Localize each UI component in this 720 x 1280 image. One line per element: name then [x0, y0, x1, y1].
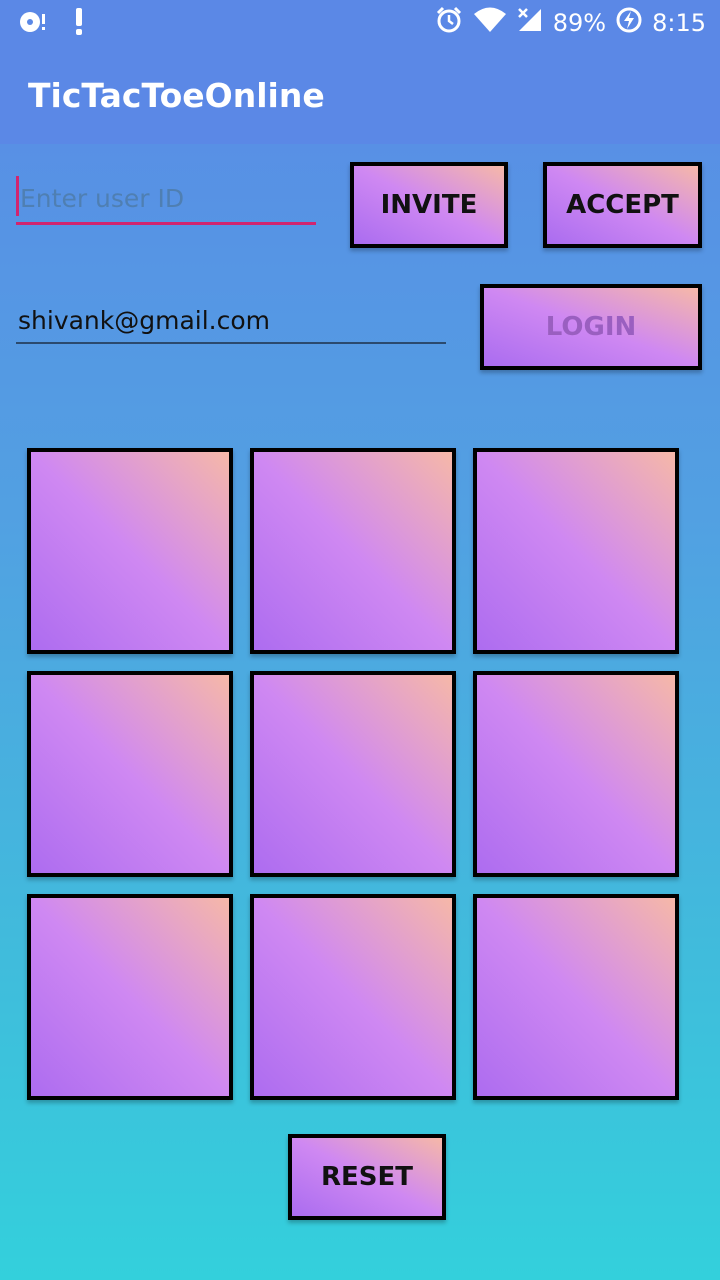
battery-charging-icon: [616, 7, 642, 39]
invite-button[interactable]: INVITE: [350, 162, 508, 248]
email-input[interactable]: [16, 302, 440, 338]
board-cell-3[interactable]: [473, 448, 679, 654]
board-cell-6[interactable]: [473, 671, 679, 877]
email-field-container: [16, 300, 446, 344]
user-id-field-container: [16, 176, 316, 225]
storage-notification-icon: [18, 9, 48, 39]
board-cell-5[interactable]: [250, 671, 456, 877]
battery-percentage: 89%: [552, 9, 607, 37]
user-id-input[interactable]: [18, 180, 312, 216]
board-cell-2[interactable]: [250, 448, 456, 654]
app-title: TicTacToeOnline: [28, 76, 325, 115]
alarm-icon: [435, 6, 463, 40]
alert-icon: [74, 8, 84, 40]
login-button[interactable]: LOGIN: [480, 284, 702, 370]
clock: 8:15: [652, 9, 706, 37]
board-cell-1[interactable]: [27, 448, 233, 654]
reset-button[interactable]: RESET: [288, 1134, 446, 1220]
cell-signal-icon: [517, 7, 543, 39]
status-bar: 89% 8:15: [0, 0, 720, 48]
app-bar: TicTacToeOnline: [0, 48, 720, 144]
board-cell-8[interactable]: [250, 894, 456, 1100]
board-cell-4[interactable]: [27, 671, 233, 877]
board-cell-9[interactable]: [473, 894, 679, 1100]
board-cell-7[interactable]: [27, 894, 233, 1100]
wifi-icon: [473, 7, 507, 39]
accept-button[interactable]: ACCEPT: [543, 162, 702, 248]
